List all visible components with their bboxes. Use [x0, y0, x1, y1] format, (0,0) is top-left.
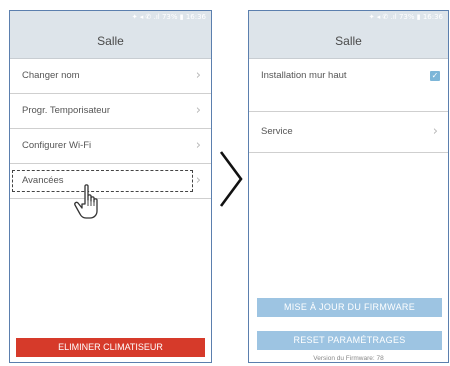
menu-item-service[interactable]: Service ›: [249, 112, 448, 153]
status-text: ✦ ◂ ✆ .ıl 73% ▮ 16:36: [131, 13, 206, 21]
chevron-right-icon: ›: [195, 138, 201, 153]
menu-item-progr-temporisateur[interactable]: Progr. Temporisateur ›: [10, 94, 211, 129]
chevron-right-icon: ›: [195, 68, 201, 83]
chevron-right-icon: ›: [195, 103, 201, 118]
status-text: ✦ ◂ ✆ .ıl 73% ▮ 16:36: [368, 13, 443, 21]
status-bar: ✦ ◂ ✆ .ıl 73% ▮ 16:36: [249, 11, 448, 24]
phone-screen-left: ✦ ◂ ✆ .ıl 73% ▮ 16:36 Salle Changer nom …: [9, 10, 212, 363]
menu-item-label: Progr. Temporisateur: [22, 105, 111, 116]
menu-item-configurer-wifi[interactable]: Configurer Wi-Fi ›: [10, 129, 211, 164]
menu-item-avancees[interactable]: Avancées ›: [10, 164, 211, 199]
install-mur-haut-label: Installation mur haut: [261, 70, 347, 81]
menu-item-label: Service: [261, 126, 293, 137]
install-mur-haut-row[interactable]: Installation mur haut ✓: [249, 59, 448, 112]
reset-settings-button[interactable]: RESET PARAMÉTRAGES: [257, 331, 442, 350]
transition-chevron-icon: [219, 151, 243, 207]
menu-item-label: Configurer Wi-Fi: [22, 140, 92, 151]
delete-climatiseur-button[interactable]: ELIMINER CLIMATISEUR: [16, 338, 205, 357]
checkmark-icon[interactable]: ✓: [430, 71, 440, 81]
page-title: Salle: [249, 24, 448, 59]
menu-item-label: Changer nom: [22, 70, 80, 81]
status-bar: ✦ ◂ ✆ .ıl 73% ▮ 16:36: [10, 11, 211, 24]
firmware-version: Version du Firmware: 78: [313, 355, 384, 362]
firmware-update-button[interactable]: MISE À JOUR DU FIRMWARE: [257, 298, 442, 317]
chevron-right-icon: ›: [432, 124, 438, 139]
chevron-right-icon: ›: [195, 173, 201, 188]
menu-item-changer-nom[interactable]: Changer nom ›: [10, 59, 211, 94]
page-title: Salle: [10, 24, 211, 59]
hand-pointer-icon: [74, 184, 98, 219]
phone-screen-right: ✦ ◂ ✆ .ıl 73% ▮ 16:36 Salle Installation…: [248, 10, 449, 363]
